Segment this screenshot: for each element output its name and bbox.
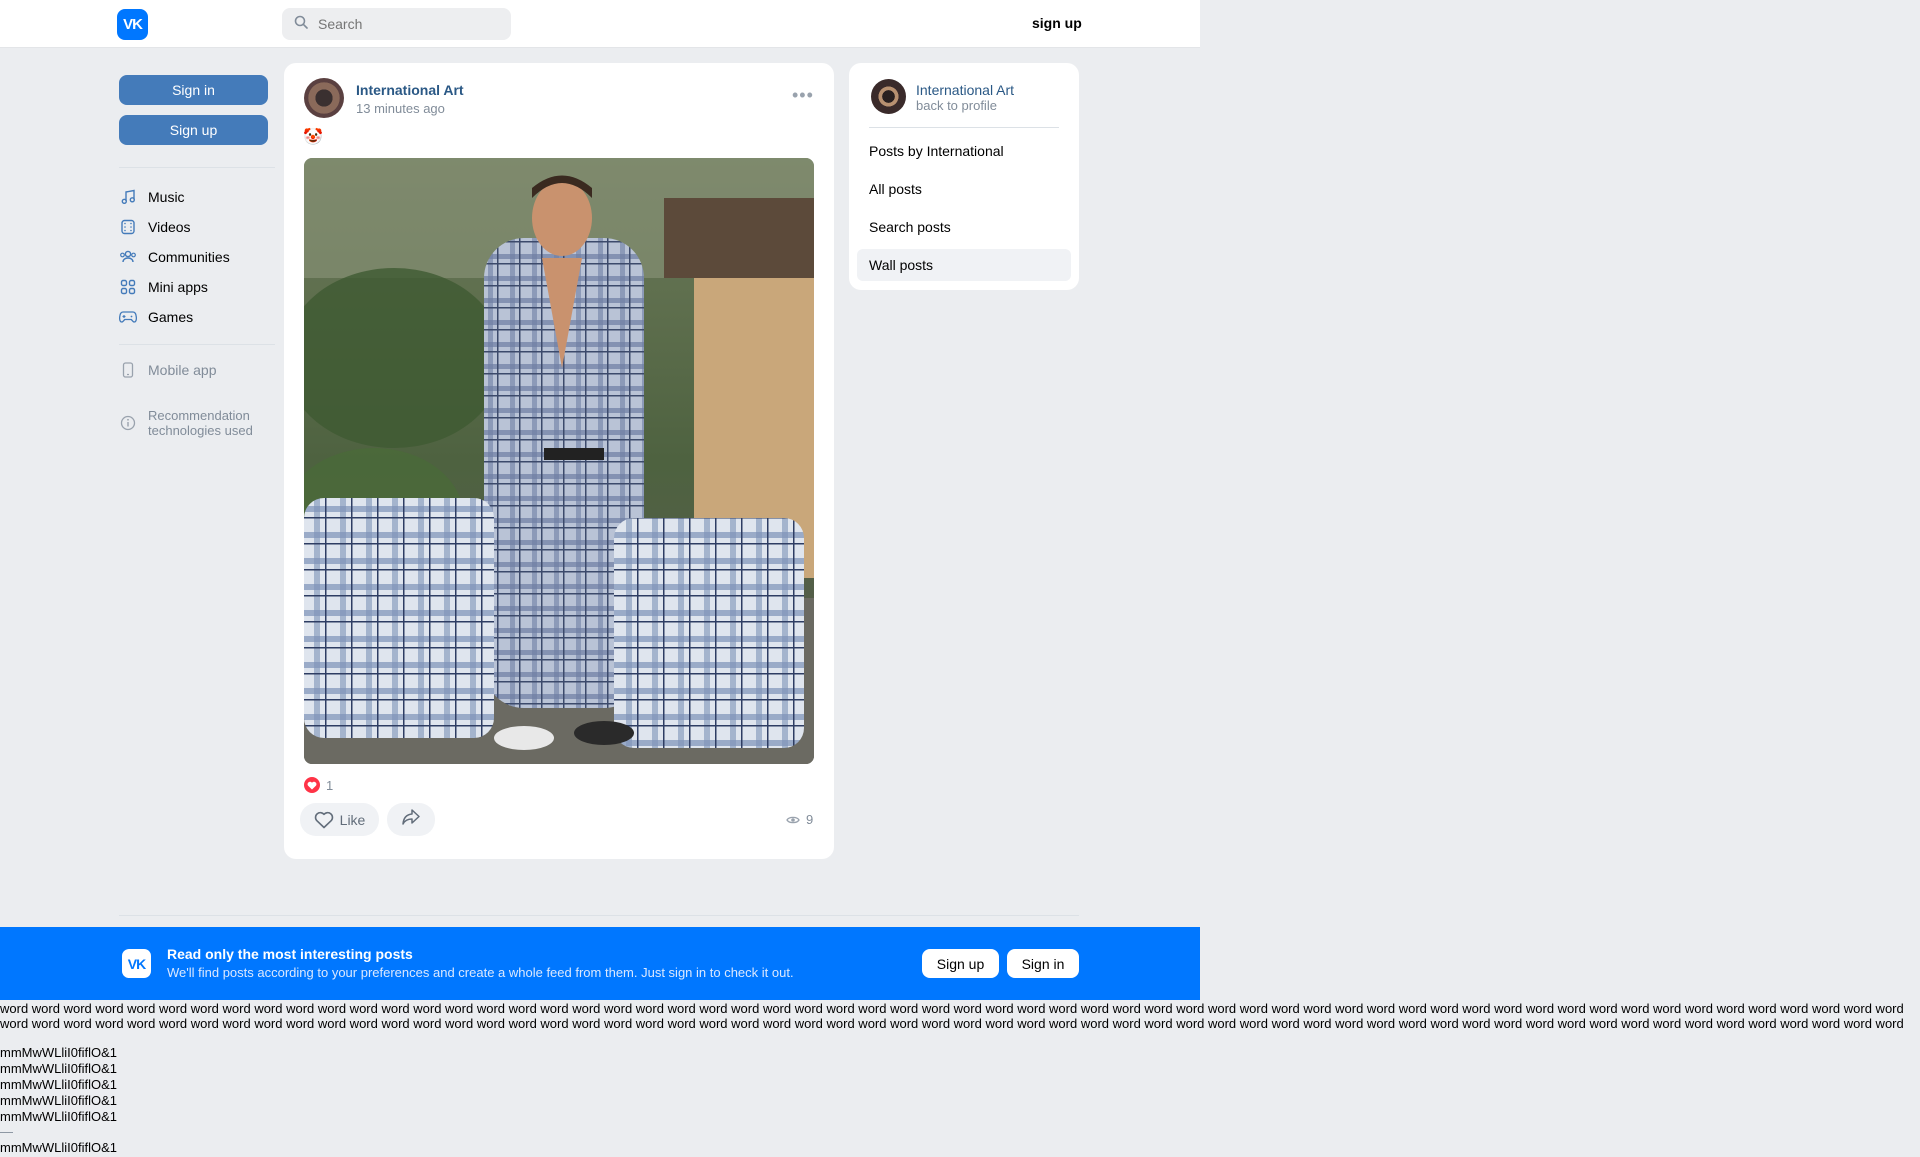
sidebar-item-videos[interactable]: Videos (119, 216, 191, 238)
header-signup-link[interactable]: sign up (1032, 15, 1082, 31)
sidebar-item-mobile-app[interactable]: Mobile app (119, 359, 217, 381)
like-button[interactable]: Like (300, 803, 379, 836)
music-note-icon (119, 188, 137, 206)
sidebar-item-label: Mini apps (148, 279, 208, 295)
sidebar-item-recommendation-tech[interactable]: Recommendation technologies used (119, 408, 268, 442)
post-author-name[interactable]: International Art (356, 82, 464, 98)
banner-sign-in-button[interactable]: Sign in (1007, 949, 1079, 978)
glyph-test-line: mmMwWLliI0fiflO&1 (0, 1093, 118, 1108)
likes-summary[interactable]: 1 (304, 777, 333, 793)
search-box[interactable] (282, 8, 511, 40)
sidebar-item-communities[interactable]: Communities (119, 246, 230, 268)
sidebar-item-mini-apps[interactable]: Mini apps (119, 276, 208, 298)
sidebar-item-label: Music (148, 189, 185, 205)
footer-divider (119, 915, 1079, 916)
sidebar-item-label: Mobile app (148, 362, 217, 378)
views-count: 9 (806, 812, 814, 827)
nav-wall-posts[interactable]: Wall posts (857, 249, 1071, 281)
like-count: 1 (326, 777, 334, 793)
post-photo[interactable] (304, 158, 814, 764)
search-icon (294, 15, 308, 34)
sign-in-button[interactable]: Sign in (119, 75, 268, 105)
nav-all-posts[interactable]: All posts (857, 173, 1071, 205)
top-header (0, 0, 1200, 48)
nav-posts-by-author[interactable]: Posts by International (857, 135, 1071, 167)
glyph-test-line: mmMwWLliI0fiflO&1 (0, 1077, 118, 1092)
glyph-test-line: mmMwWLliI0fiflO&1 (0, 1140, 118, 1155)
banner-subtitle: We'll find posts according to your prefe… (167, 965, 794, 980)
post-timestamp[interactable]: 13 minutes ago (356, 101, 445, 116)
sidebar-item-label: Recommendation technologies used (148, 408, 253, 438)
photo-image (304, 158, 814, 764)
glyph-test-line: mmMwWLliI0fiflO&1 (0, 1109, 118, 1124)
gamepad-icon (119, 308, 137, 326)
sidebar-item-games[interactable]: Games (119, 306, 193, 328)
profile-name[interactable]: International Art (916, 82, 1014, 98)
views-counter: 9 (786, 812, 813, 827)
share-button[interactable] (387, 803, 435, 836)
video-film-icon (119, 218, 137, 236)
profile-avatar[interactable] (871, 79, 906, 114)
people-icon (119, 248, 137, 266)
banner-sign-up-button[interactable]: Sign up (922, 949, 999, 978)
sidebar-item-label: Videos (148, 219, 191, 235)
vk-logo[interactable]: VK (117, 9, 148, 40)
nav-search-posts[interactable]: Search posts (857, 211, 1071, 243)
author-avatar[interactable] (304, 78, 344, 118)
separator-line: — (0, 1124, 13, 1139)
share-arrow-icon (401, 808, 421, 831)
more-options-icon[interactable]: ••• (792, 86, 814, 104)
sign-up-button[interactable]: Sign up (119, 115, 268, 145)
info-icon (119, 414, 137, 432)
like-label: Like (339, 811, 366, 828)
banner-title: Read only the most interesting posts (167, 946, 413, 962)
search-input[interactable] (316, 15, 500, 33)
vk-logo-small: VK (122, 949, 151, 978)
grid-apps-icon (119, 278, 137, 296)
back-to-profile-link[interactable]: back to profile (916, 98, 997, 113)
glyph-test-line: mmMwWLliI0fiflO&1 (0, 1061, 118, 1076)
sidebar-divider (119, 167, 275, 168)
sidebar-divider (119, 344, 275, 345)
heart-reaction-icon (304, 777, 320, 793)
panel-divider (869, 127, 1059, 128)
sidebar-item-label: Games (148, 309, 194, 325)
glyph-test-line: mmMwWLliI0fiflO&1 (0, 1045, 118, 1060)
eye-icon (786, 815, 800, 825)
post-text: 🤡 (303, 129, 323, 146)
sidebar-item-label: Communities (148, 249, 230, 265)
filler-word-text: word word word word word word word word … (0, 1001, 1904, 1031)
heart-outline-icon (314, 811, 334, 829)
phone-icon (119, 361, 137, 379)
sidebar-item-music[interactable]: Music (119, 186, 185, 208)
